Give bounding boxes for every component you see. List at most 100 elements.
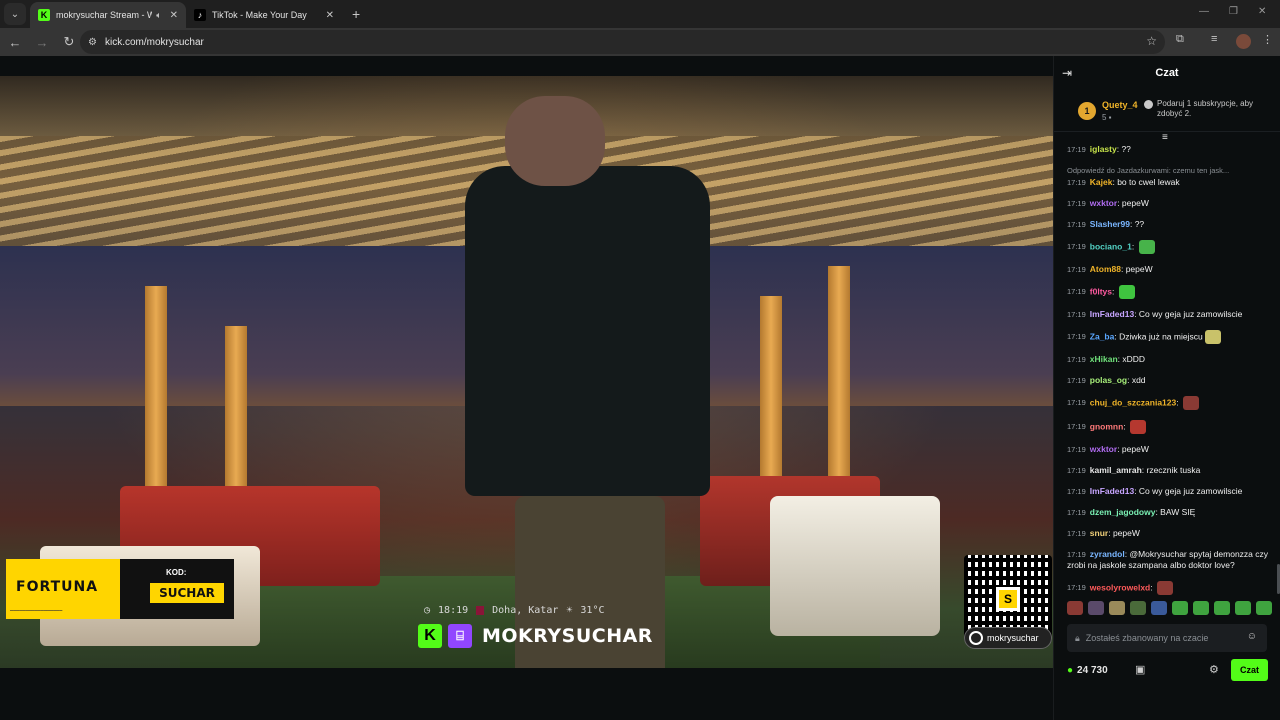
message-separator: :	[1123, 421, 1129, 432]
extensions-icon[interactable]: ⧉	[1176, 33, 1184, 46]
emote-icon[interactable]	[1067, 601, 1083, 615]
emote-icon[interactable]	[1193, 601, 1209, 615]
message-username[interactable]: Slasher99	[1090, 219, 1130, 229]
chat-message[interactable]: 17:19 f0ltys:	[1067, 285, 1276, 299]
message-username[interactable]: chuj_do_szczania123	[1090, 397, 1176, 407]
message-time: 17:19	[1067, 445, 1086, 454]
collapse-chat-icon[interactable]: ⇥	[1062, 66, 1072, 80]
minimize-icon[interactable]: —	[1199, 6, 1209, 17]
send-chat-button[interactable]: Czat	[1231, 659, 1268, 681]
message-time: 17:19	[1067, 287, 1086, 297]
chat-message[interactable]: 17:19 ImFaded13: Co wy geja juz zamowilsc…	[1067, 486, 1276, 497]
chat-message[interactable]: 17:19 Atom88: pepeW	[1067, 264, 1276, 275]
message-username[interactable]: polas_og	[1090, 375, 1127, 385]
close-tab-icon[interactable]: ✕	[170, 10, 178, 21]
message-time: 17:19	[1067, 398, 1086, 408]
chat-message[interactable]: 17:19 wxktor: pepeW	[1067, 198, 1276, 209]
address-bar[interactable]: ⚙ kick.com/mokrysuchar ☆	[80, 30, 1165, 54]
chat-title: Czat	[1155, 67, 1179, 79]
message-username[interactable]: Kajek	[1090, 177, 1113, 187]
close-window-icon[interactable]: ✕	[1258, 6, 1266, 17]
message-time: 17:19	[1067, 145, 1086, 154]
emote-icon[interactable]	[1109, 601, 1125, 615]
bookmark-star-icon[interactable]: ☆	[1146, 34, 1157, 48]
kick-page: FORTUNA ▔▔▔▔▔▔▔▔▔▔▔▔▔▔▔▔▔ KOD: SUCHAR ◷ …	[0, 56, 1280, 720]
browser-toolbar: ← → ↻ ⚙ kick.com/mokrysuchar ☆	[0, 28, 1280, 56]
emote-icon[interactable]	[1172, 601, 1188, 615]
store-icon[interactable]: ▣	[1135, 663, 1145, 676]
chat-message[interactable]: 17:19 iglasty: ??	[1067, 144, 1276, 155]
chat-input[interactable]	[1085, 633, 1236, 643]
message-username[interactable]: wxktor	[1090, 444, 1117, 454]
forward-icon[interactable]: →	[30, 35, 54, 50]
emote-icon[interactable]	[1151, 601, 1167, 615]
emote-icon	[1138, 240, 1155, 254]
chat-message[interactable]: 17:19 xHikan: xDDD	[1067, 354, 1276, 365]
message-username[interactable]: Za_ba	[1090, 331, 1115, 341]
chat-message[interactable]: Odpowiedź do Jazdazkurwami: czemu ten ja…	[1067, 165, 1276, 188]
reload-icon[interactable]: ↻	[57, 34, 81, 50]
message-username[interactable]: ImFaded13	[1090, 309, 1134, 319]
settings-gear-icon[interactable]: ⚙	[1209, 663, 1219, 676]
chat-message[interactable]: 17:19 dzem_jagodowy: BAW SIĘ	[1067, 507, 1276, 518]
emote-icon[interactable]	[1256, 601, 1272, 615]
message-username[interactable]: kamil_amrah	[1090, 465, 1142, 475]
speaker-icon[interactable]: 🔈︎	[156, 10, 161, 21]
chat-message[interactable]: 17:19 Slasher99: ??	[1067, 219, 1276, 230]
message-username[interactable]: f0ltys	[1090, 286, 1112, 296]
message-username[interactable]: wesolyrowelxd	[1090, 582, 1150, 592]
message-username[interactable]: snur	[1090, 528, 1108, 538]
chat-message[interactable]: 17:19 gnomnn:	[1067, 420, 1276, 434]
chat-message[interactable]: 17:19 snur: pepeW	[1067, 528, 1276, 539]
message-username[interactable]: wxktor	[1090, 198, 1117, 208]
site-info-icon[interactable]: ⚙	[88, 37, 97, 48]
message-username[interactable]: dzem_jagodowy	[1090, 507, 1156, 517]
streamer-name: MOKRYSUCHAR	[482, 625, 653, 647]
tab-search-icon[interactable]: ⌄	[4, 3, 26, 25]
tab-kick[interactable]: K mokrysuchar Stream - Watc 🔈︎ ✕	[30, 2, 186, 28]
restore-icon[interactable]: ❐	[1229, 6, 1238, 17]
gift-prompt[interactable]: Podaruj 1 subskrypcje, aby zdobyć 2.	[1144, 99, 1274, 119]
chat-message[interactable]: 17:19 zyrandol: @Mokrysuchar spytaj demon…	[1067, 549, 1276, 571]
message-username[interactable]: ImFaded13	[1090, 486, 1134, 496]
channel-points[interactable]: ● 24 730	[1067, 665, 1108, 676]
message-text: Co wy geja juz zamowilscie	[1138, 309, 1243, 319]
chat-message[interactable]: 17:19 polas_og: xdd	[1067, 375, 1276, 386]
kick-logo-icon: K	[418, 624, 442, 648]
chat-message[interactable]: 17:19 wesolyrowelxd:	[1067, 581, 1276, 595]
chat-message[interactable]: 17:19 chuj_do_szczania123:	[1067, 396, 1276, 410]
message-text: pepeW	[1112, 528, 1140, 538]
new-tab-button[interactable]: +	[352, 6, 360, 22]
message-username[interactable]: xHikan	[1090, 354, 1118, 364]
message-username[interactable]: gnomnn	[1090, 421, 1124, 431]
emote-icon[interactable]	[1088, 601, 1104, 615]
message-separator: :	[1150, 582, 1155, 593]
pinned-toggle-icon[interactable]: ≡	[1162, 132, 1168, 143]
message-username[interactable]: bociano_1	[1090, 241, 1132, 251]
message-username[interactable]: iglasty	[1090, 144, 1117, 154]
message-username[interactable]: Atom88	[1090, 264, 1121, 274]
video-player[interactable]: FORTUNA ▔▔▔▔▔▔▔▔▔▔▔▔▔▔▔▔▔ KOD: SUCHAR ◷ …	[0, 76, 1053, 668]
close-tab-icon[interactable]: ✕	[326, 10, 334, 21]
emote-icon[interactable]	[1130, 601, 1146, 615]
chat-message[interactable]: 17:19 Za_ba: Dziwka już na miejscu	[1067, 330, 1276, 344]
back-icon[interactable]: ←	[3, 35, 27, 50]
chat-message[interactable]: 17:19 bociano_1:	[1067, 240, 1276, 254]
emote-icon	[1156, 581, 1173, 595]
menu-icon[interactable]: ⋮	[1262, 33, 1273, 46]
media-control-icon[interactable]: ≡	[1211, 33, 1217, 45]
message-username[interactable]: zyrandol	[1090, 549, 1125, 559]
chat-message[interactable]: 17:19 kamil_amrah: rzecznik tuska	[1067, 465, 1276, 476]
emote-icon[interactable]	[1235, 601, 1251, 615]
qr-logo: S	[996, 587, 1020, 611]
chat-message[interactable]: 17:19 wxktor: pepeW	[1067, 444, 1276, 455]
tiktok-icon: ♪	[194, 9, 206, 21]
profile-avatar[interactable]	[1236, 34, 1251, 49]
gift-leaderboard[interactable]: 1 Quety_4 5 ▪ Podaruj 1 subskrypcje, aby…	[1054, 90, 1280, 132]
message-time: 17:19	[1067, 310, 1086, 319]
tab-tiktok[interactable]: ♪ TikTok - Make Your Day ✕	[186, 2, 342, 28]
pillar	[760, 296, 782, 496]
chat-message[interactable]: 17:19 ImFaded13: Co wy geja juz zamowilsc…	[1067, 309, 1276, 320]
emote-picker-icon[interactable]: ☺	[1247, 631, 1257, 642]
emote-icon[interactable]	[1214, 601, 1230, 615]
